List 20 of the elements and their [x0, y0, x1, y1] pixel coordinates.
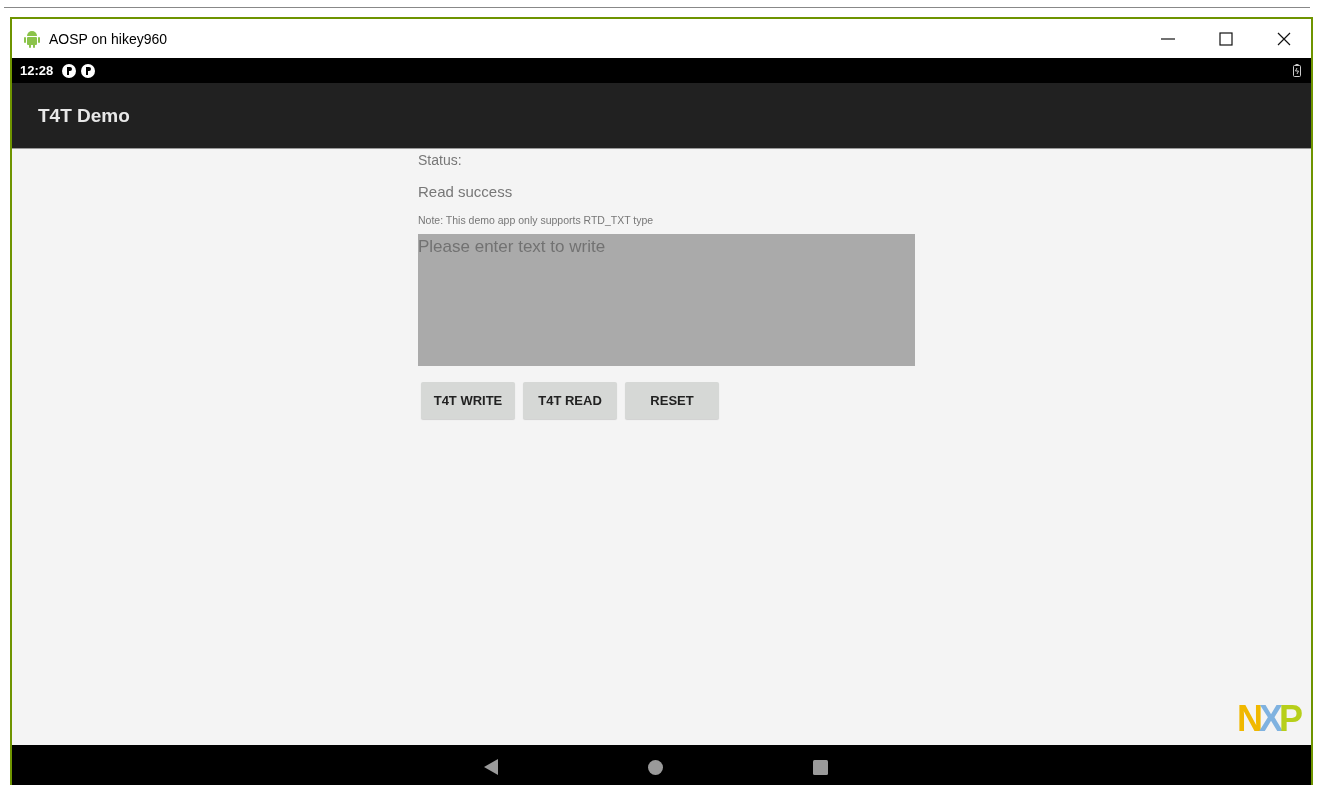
- notification-icon: [81, 63, 96, 78]
- note-text: Note: This demo app only supports RTD_TXT type: [418, 214, 654, 226]
- notification-icon: [62, 63, 77, 78]
- logo: NXP: [1236, 701, 1299, 737]
- close-icon[interactable]: [1277, 31, 1291, 46]
- status-label: Status:: [418, 152, 462, 168]
- maximize-icon[interactable]: [1219, 31, 1233, 46]
- action-button[interactable]: T4T WRITE: [421, 382, 515, 419]
- home-icon[interactable]: [647, 759, 663, 775]
- text-input-field[interactable]: Please enter text to write: [418, 234, 915, 366]
- battery-icon: [1293, 64, 1301, 77]
- status-value: Read success: [418, 183, 513, 200]
- app-title: T4T Demo: [38, 104, 130, 127]
- action-button[interactable]: T4T READ: [523, 382, 617, 419]
- action-button[interactable]: RESET: [625, 382, 719, 419]
- recents-icon[interactable]: [812, 759, 828, 775]
- back-icon[interactable]: [483, 759, 498, 775]
- android-icon: [24, 29, 40, 48]
- status-time: 12:28: [20, 63, 54, 78]
- window-title: AOSP on hikey960: [49, 30, 168, 47]
